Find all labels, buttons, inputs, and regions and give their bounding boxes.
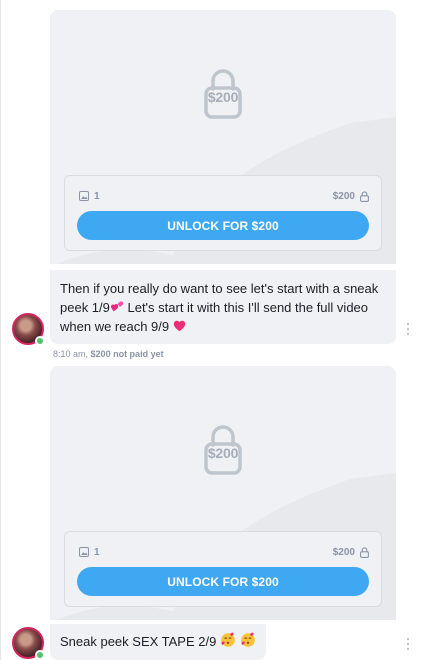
message-time: 8:10 am, [53,349,89,359]
lock-price: $200 [207,89,239,105]
lock-icon: $200 [204,424,242,476]
image-icon [79,191,89,201]
price-tag: $200 [333,189,369,203]
image-icon [79,547,89,557]
unlock-button[interactable]: UNLOCK FOR $200 [77,211,369,240]
divider [0,0,1,660]
avatar[interactable] [12,313,45,346]
price-value: $200 [332,546,355,558]
message-text-part: Sneak peek SEX TAPE 2/9 [60,634,217,649]
media-count-value: 1 [94,546,100,558]
media-count-value: 1 [94,190,100,202]
two-hearts-icon [110,301,124,312]
message-options-icon[interactable] [406,638,410,650]
unlock-panel: 1 $200 UNLOCK FOR $200 [64,175,382,251]
payment-status: $200 not paid yet [90,349,164,359]
online-status-dot [35,336,45,346]
message-options-icon[interactable] [406,323,410,335]
message-meta: 8:10 am, $200 not paid yet [53,349,164,359]
kissing-face-icon [221,632,235,647]
locked-media-card[interactable]: $200 1 $200 UNLOCK FOR $200 [50,366,396,620]
media-count: 1 [79,545,100,559]
avatar[interactable] [12,627,45,660]
small-lock-icon [360,190,369,202]
lock-icon: $200 [204,68,242,120]
media-count: 1 [79,189,100,203]
price-value: $200 [332,190,355,202]
lock-price: $200 [207,445,239,461]
locked-media-card[interactable]: $200 1 $200 UNLOCK FOR $200 [50,10,396,264]
heart-icon [173,320,185,332]
unlock-panel: 1 $200 UNLOCK FOR $200 [64,531,382,607]
price-tag: $200 [333,545,369,559]
online-status-dot [35,650,45,660]
kissing-face-icon [240,632,255,647]
unlock-button[interactable]: UNLOCK FOR $200 [77,567,369,596]
small-lock-icon [360,546,369,558]
message-text: Sneak peek SEX TAPE 2/9 [50,624,266,660]
message-text: Then if you really do want to see let's … [50,270,396,344]
